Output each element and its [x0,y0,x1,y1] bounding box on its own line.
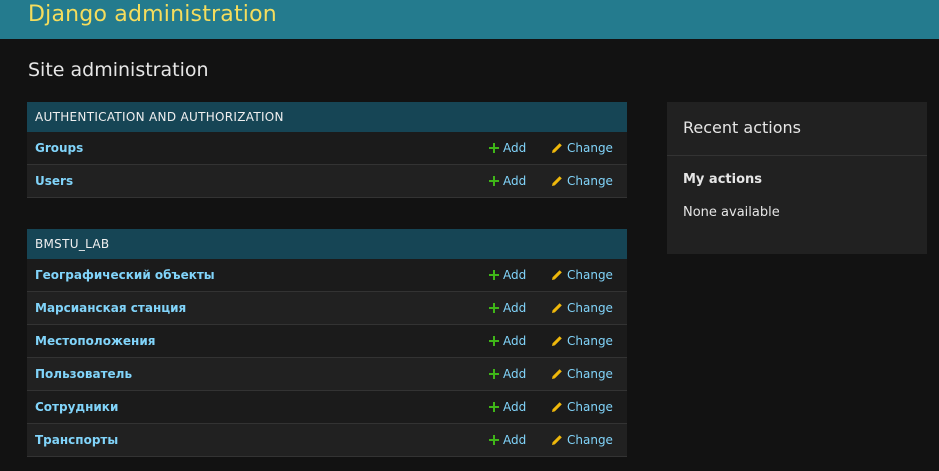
module-auth: AUTHENTICATION AND AUTHORIZATION Groups … [27,102,627,198]
recent-actions-panel: Recent actions My actions None available [667,102,927,254]
table-row: Местоположения Add Change [27,325,627,358]
header: Django administration [0,0,939,39]
pencil-icon [552,402,562,412]
table-row: Географический объекты Add Change [27,259,627,292]
change-label: Change [567,400,613,414]
add-label: Add [503,367,527,381]
model-link[interactable]: Транспорты [35,424,118,456]
add-link[interactable]: Add [489,165,526,197]
change-link[interactable]: Change [551,292,613,324]
plus-icon [489,369,499,379]
plus-icon [489,336,499,346]
empty-state-text: None available [683,205,780,220]
change-label: Change [567,141,613,155]
change-link[interactable]: Change [551,424,613,456]
my-actions-heading: My actions [683,172,763,187]
model-link[interactable]: Марсианская станция [35,292,186,324]
add-link[interactable]: Add [489,325,526,357]
add-link[interactable]: Add [489,259,526,291]
add-label: Add [503,400,527,414]
table-row: Транспорты Add Change [27,424,627,457]
plus-icon [489,402,499,412]
add-label: Add [503,141,527,155]
model-link[interactable]: Groups [35,132,83,164]
page-title: Site administration [28,59,209,81]
table-row: Users Add Change [27,165,627,198]
add-label: Add [503,301,527,315]
add-label: Add [503,268,527,282]
add-link[interactable]: Add [489,292,526,324]
table-row: Groups Add Change [27,132,627,165]
plus-icon [489,176,499,186]
divider [667,155,927,156]
model-link[interactable]: Географический объекты [35,259,215,291]
plus-icon [489,303,499,313]
model-link[interactable]: Местоположения [35,325,155,357]
change-link[interactable]: Change [551,259,613,291]
change-label: Change [567,268,613,282]
change-label: Change [567,301,613,315]
add-link[interactable]: Add [489,132,526,164]
change-link[interactable]: Change [551,132,613,164]
pencil-icon [552,270,562,280]
pencil-icon [552,435,562,445]
recent-actions-title: Recent actions [683,118,801,137]
table-row: Пользователь Add Change [27,358,627,391]
pencil-icon [552,336,562,346]
content: Site administration AUTHENTICATION AND A… [0,39,939,471]
add-link[interactable]: Add [489,358,526,390]
model-link[interactable]: Users [35,165,73,197]
table-row: Марсианская станция Add Change [27,292,627,325]
add-label: Add [503,433,527,447]
module-caption-link[interactable]: AUTHENTICATION AND AUTHORIZATION [27,102,627,132]
change-link[interactable]: Change [551,391,613,423]
add-link[interactable]: Add [489,391,526,423]
pencil-icon [552,303,562,313]
change-link[interactable]: Change [551,325,613,357]
plus-icon [489,143,499,153]
plus-icon [489,435,499,445]
site-branding-link[interactable]: Django administration [28,2,277,27]
change-label: Change [567,367,613,381]
pencil-icon [552,176,562,186]
change-label: Change [567,433,613,447]
add-label: Add [503,334,527,348]
change-label: Change [567,174,613,188]
model-link[interactable]: Пользователь [35,358,132,390]
add-label: Add [503,174,527,188]
change-label: Change [567,334,613,348]
pencil-icon [552,143,562,153]
change-link[interactable]: Change [551,358,613,390]
model-link[interactable]: Сотрудники [35,391,118,423]
module-bmstu-lab: BMSTU_LAB Географический объекты Add Cha… [27,229,627,457]
pencil-icon [552,369,562,379]
add-link[interactable]: Add [489,424,526,456]
module-caption-link[interactable]: BMSTU_LAB [27,229,627,259]
plus-icon [489,270,499,280]
change-link[interactable]: Change [551,165,613,197]
table-row: Сотрудники Add Change [27,391,627,424]
